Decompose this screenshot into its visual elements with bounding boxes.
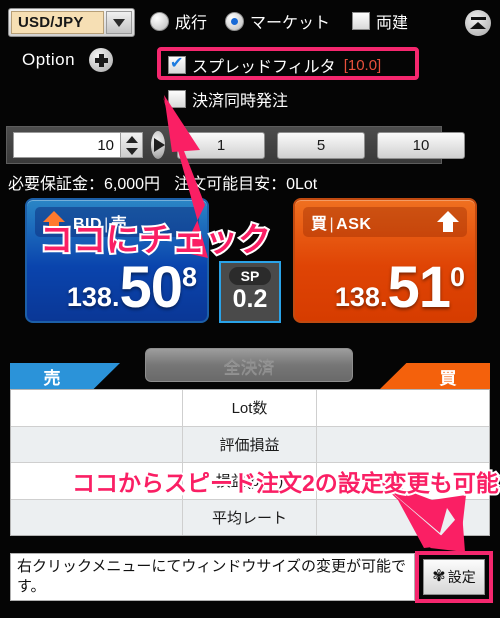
ask-price-main: 51 xyxy=(387,255,451,320)
lot-preset-5[interactable]: 5 xyxy=(277,131,365,159)
settle-simultaneous-label: 決済同時発注 xyxy=(192,93,289,110)
cell-sell xyxy=(11,390,183,426)
checkbox-checked-icon xyxy=(168,54,186,74)
table-row: 平均レート xyxy=(11,499,489,536)
lot-preset-1[interactable]: 1 xyxy=(177,131,265,159)
ask-panel-header: 買 | ASK xyxy=(303,207,467,237)
bid-price-fraction: 8 xyxy=(181,262,197,292)
radio-order-type-market[interactable]: マーケット xyxy=(225,9,330,33)
arrow-up-icon xyxy=(43,211,65,233)
cell-sell xyxy=(11,499,183,535)
ask-tag: 買 | ASK xyxy=(311,216,372,233)
radio-label: 成行 xyxy=(175,15,208,32)
cell-buy xyxy=(317,500,489,536)
ask-price-fraction: 0 xyxy=(449,262,465,292)
spread-filter-label: スプレッドフィルタ xyxy=(192,59,336,76)
radio-selected-icon xyxy=(225,11,245,31)
order-type-group: 成行 マーケット 両建 xyxy=(150,9,408,33)
speed-order-window: USD/JPY 成行 マーケット 両建 Option ✔ スプレッドフィルタ [… xyxy=(0,0,500,618)
table-row: 評価損益 xyxy=(11,426,489,463)
chevron-down-icon[interactable] xyxy=(106,11,132,34)
required-margin-label: 必要保証金： xyxy=(8,176,105,193)
spread-box: SP 0.2 xyxy=(219,261,281,323)
checkbox-icon xyxy=(168,90,186,108)
cell-buy xyxy=(317,427,489,463)
spread-value: 0.2 xyxy=(232,285,268,313)
spread-filter-value: [10.0] xyxy=(343,56,382,74)
arrow-up-icon xyxy=(437,211,459,233)
required-margin-value: 6,000円 xyxy=(104,176,161,193)
radio-order-type-nariyuki[interactable]: 成行 xyxy=(150,9,207,33)
cell-sell xyxy=(11,463,183,499)
close-all-button[interactable]: 全決済 xyxy=(145,348,353,382)
collapse-icon[interactable] xyxy=(465,10,491,36)
caret-down-icon[interactable] xyxy=(125,147,138,155)
checkbox-label: 両建 xyxy=(376,15,409,32)
ask-panel[interactable]: 買 | ASK 138. 51 0 xyxy=(293,198,477,323)
available-lot-label: 注文可能目安： xyxy=(174,176,287,193)
cell-label: 評価損益 xyxy=(183,426,317,462)
cell-label: 平均レート xyxy=(183,499,317,535)
checkbox-hedge[interactable]: 両建 xyxy=(352,9,408,33)
settings-label: 設定 xyxy=(447,569,476,585)
settings-button[interactable]: ✾ 設定 xyxy=(423,559,485,595)
bid-price-main: 50 xyxy=(119,255,183,320)
ask-price-integer: 138. xyxy=(334,282,388,312)
quantity-input[interactable]: 10 xyxy=(13,132,121,158)
cell-label: Lot数 xyxy=(183,390,317,426)
tab-sell[interactable]: 売 xyxy=(10,363,120,389)
lot-preset-10[interactable]: 10 xyxy=(377,131,465,159)
radio-label: マーケット xyxy=(250,15,331,32)
bid-panel-header: BID | 売 xyxy=(35,207,199,237)
radio-icon xyxy=(150,11,169,31)
option-label: Option xyxy=(22,50,76,69)
checkbox-icon xyxy=(352,12,371,30)
bid-price: 138. 50 8 xyxy=(67,259,197,317)
cell-sell xyxy=(11,426,183,462)
top-toolbar: USD/JPY 成行 マーケット 両建 xyxy=(0,0,500,42)
lot-toolbar: 10 1 5 10 xyxy=(6,126,465,164)
available-lot-value: 0Lot xyxy=(286,176,318,193)
table-row: 損益(pips) xyxy=(11,463,489,500)
margin-info: 必要保証金： 6,000円 注文可能目安： 0Lot xyxy=(8,170,317,194)
ask-price: 138. 51 0 xyxy=(335,259,465,317)
quantity-spin-arrows[interactable] xyxy=(121,132,143,158)
cell-buy xyxy=(317,463,489,499)
cell-label: 損益(pips) xyxy=(183,463,317,499)
plus-icon[interactable] xyxy=(89,48,114,72)
table-row: Lot数 xyxy=(11,390,489,427)
checkbox-spread-filter[interactable]: スプレッドフィルタ [10.0] xyxy=(168,53,381,77)
bid-price-integer: 138. xyxy=(66,282,120,312)
bid-panel[interactable]: BID | 売 138. 50 8 xyxy=(25,198,209,323)
play-icon[interactable] xyxy=(151,131,165,159)
option-row: Option xyxy=(22,48,114,72)
positions-table: Lot数 評価損益 損益(pips) 平均レート xyxy=(10,389,490,536)
currency-pair-selector[interactable]: USD/JPY xyxy=(8,8,135,37)
caret-up-icon[interactable] xyxy=(125,135,138,143)
tab-buy[interactable]: 買 xyxy=(380,363,490,389)
hint-text: 右クリックメニューにてウィンドウサイズの変更が可能です。 xyxy=(10,553,415,601)
cell-buy xyxy=(317,390,489,426)
currency-pair-value: USD/JPY xyxy=(11,11,104,34)
bid-tag: BID | 売 xyxy=(73,216,128,233)
gear-icon: ✾ xyxy=(432,568,446,585)
quantity-stepper[interactable]: 10 xyxy=(13,132,143,158)
checkbox-settle-simultaneous[interactable]: 決済同時発注 xyxy=(168,87,288,111)
spread-tag: SP xyxy=(228,267,272,285)
